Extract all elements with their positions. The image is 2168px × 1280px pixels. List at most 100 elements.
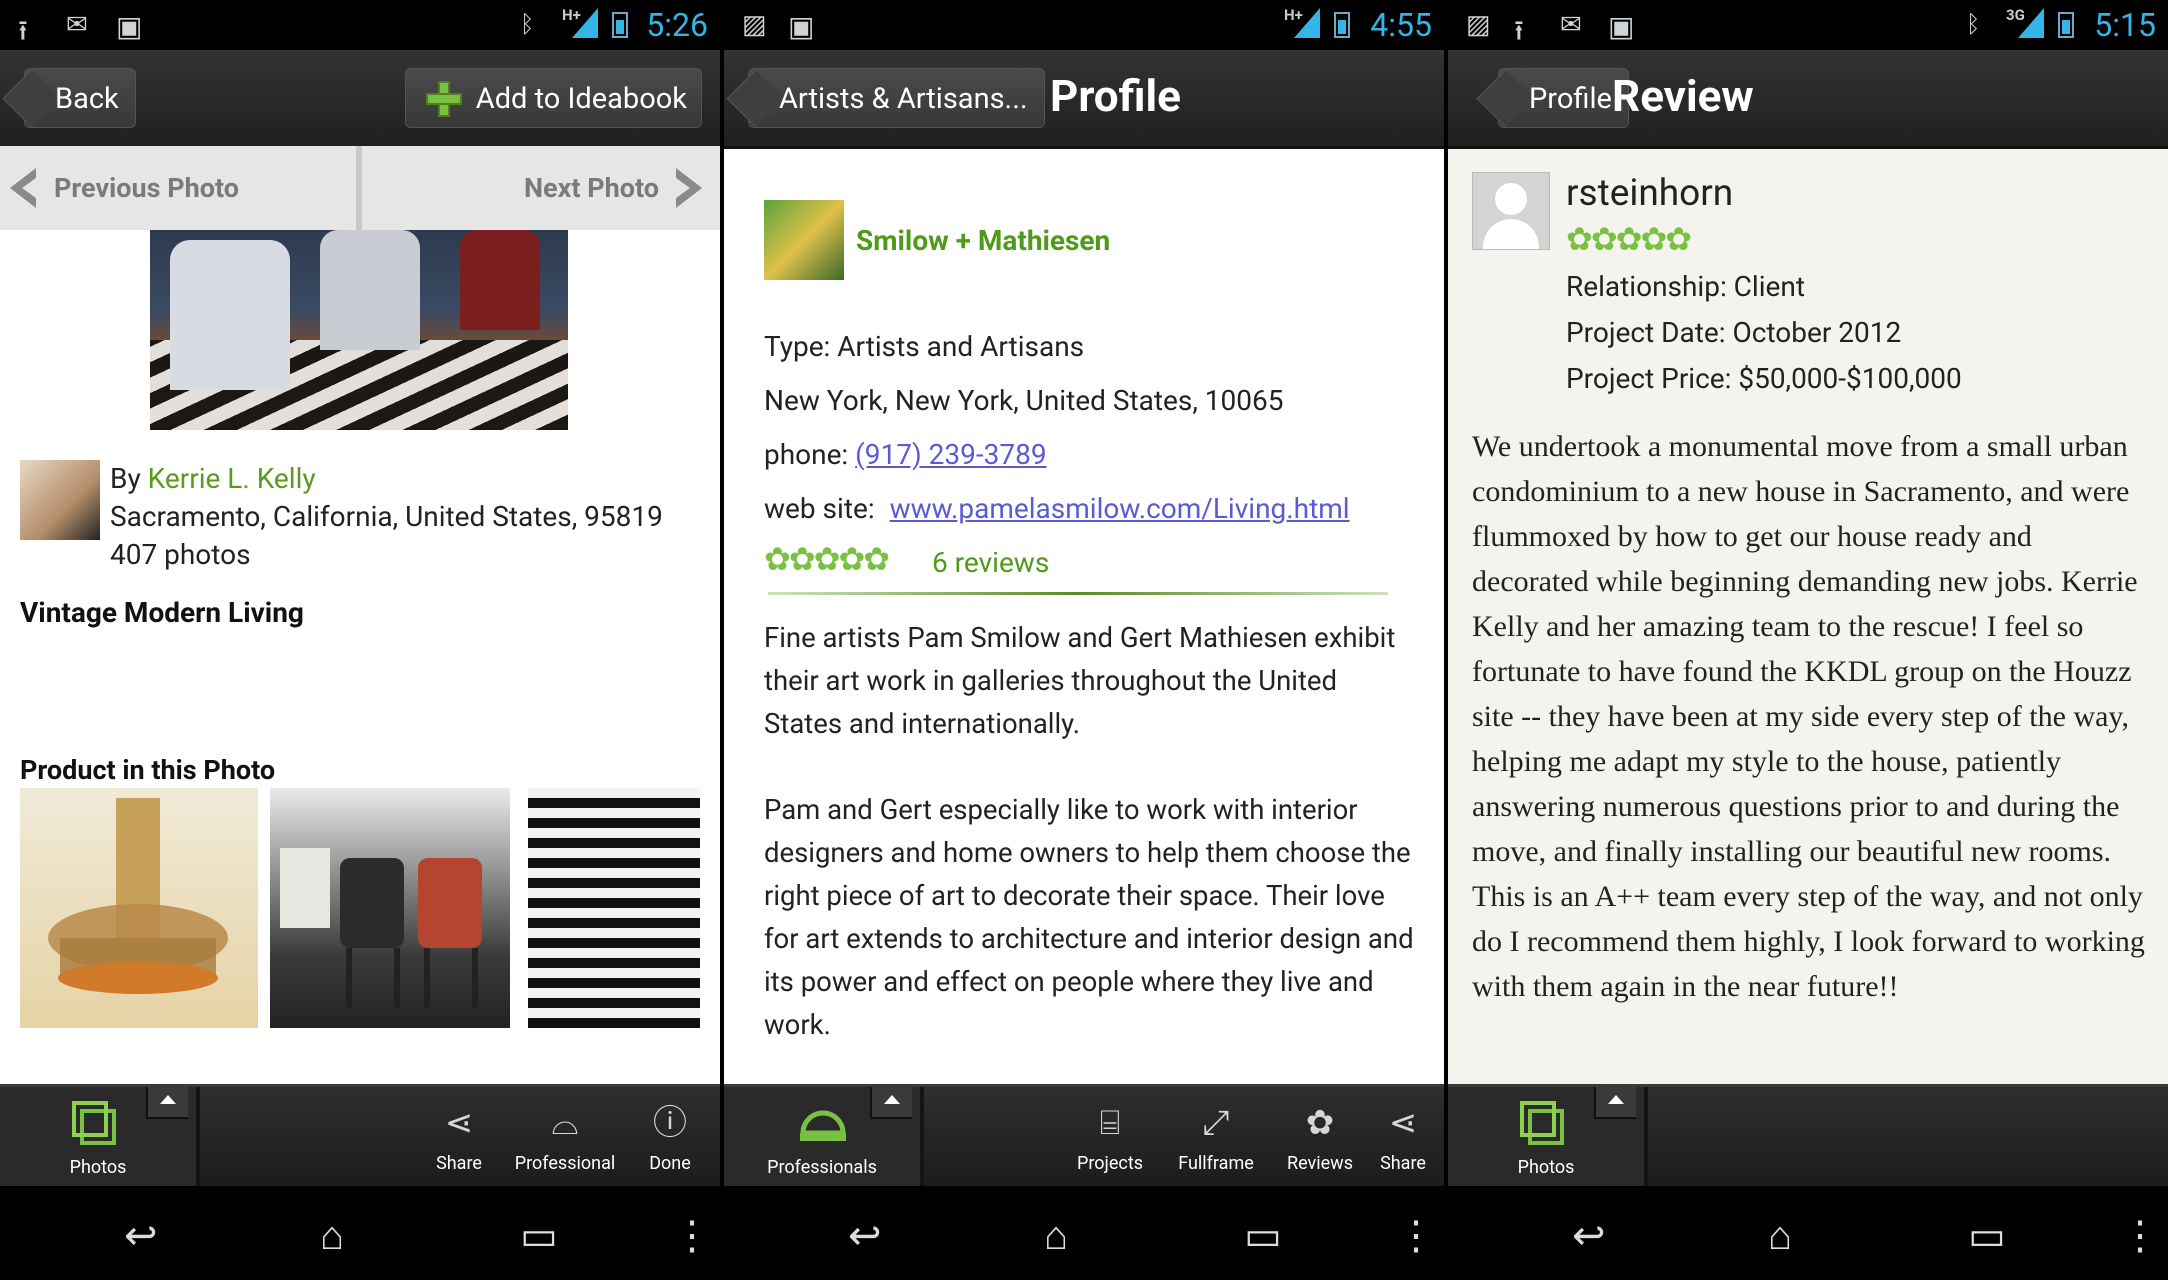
nav-back-icon[interactable]: ↩ [124,1212,158,1259]
share-icon: ⋖ [444,1103,474,1143]
bottom-toolbar: Photos [1448,1084,2168,1187]
page-title: Profile [1050,70,1181,122]
hardhat-icon: ⌓ [551,1103,579,1143]
status-bar: ▨ ▣ H+ 4:55 [724,0,1444,50]
products-heading: Product in this Photo [20,754,276,786]
back-button[interactable]: Profile [1498,68,1629,128]
website-row: web site: www.pamelasmilow.com/Living.ht… [764,492,1350,525]
done-button[interactable]: ⓘ Done [630,1087,710,1187]
reviewer-avatar [1472,172,1550,250]
profile-screen: ▨ ▣ H+ 4:55 Artists & Artisans... Profil… [724,0,1444,1280]
gmail-icon: ✉ [66,10,88,40]
author-byline: By Kerrie L. Kelly [110,462,316,495]
action-bar: Back Add to Ideabook [0,50,720,149]
divider [356,146,362,230]
product-chairs[interactable] [270,788,510,1028]
professional-avatar[interactable] [764,200,844,280]
chevron-left-icon [10,168,36,208]
image-icon: ▨ [742,10,767,40]
briefcase-icon: ▣ [1608,10,1635,43]
back-button[interactable]: Artists & Artisans... [748,68,1045,128]
action-bar: Profile Review [1448,50,2168,149]
plus-icon [425,81,462,117]
professional-button[interactable]: ⌓ Professional [506,1087,624,1187]
product-rug[interactable] [528,788,700,1028]
signal-icon [572,8,598,38]
share-button[interactable]: ⋖ Share [1370,1087,1436,1187]
status-bar: ⭱ ✉ ▣ ᛒ H+ 5:26 [0,0,720,50]
author-photo-count: 407 photos [110,538,251,571]
author-location: Sacramento, California, United States, 9… [110,500,663,533]
share-button[interactable]: ⋖ Share [418,1087,500,1187]
phone-link[interactable]: (917) 239-3789 [855,438,1046,471]
action-bar: Artists & Artisans... Profile [724,50,1444,149]
previous-photo-button[interactable]: Previous Photo [54,146,239,230]
briefcase-icon: ▣ [788,10,815,43]
nav-recents-icon[interactable]: ▭ [1244,1212,1282,1259]
nav-home-icon[interactable]: ⌂ [320,1212,344,1259]
reviews-link[interactable]: 6 reviews [932,546,1049,579]
fullframe-icon: ⤢ [1202,1103,1230,1143]
projects-button[interactable]: ⌸ Projects [1062,1087,1158,1187]
bottom-toolbar: Photos ⋖ Share ⌓ Professional ⓘ Done [0,1084,720,1187]
chevron-right-icon [676,168,702,208]
website-link[interactable]: www.pamelasmilow.com/Living.html [890,492,1350,525]
photo-screen: ⭱ ✉ ▣ ᛒ H+ 5:26 Back Add to Ideabook Pre… [0,0,720,1280]
nav-back-icon[interactable]: ↩ [848,1212,882,1259]
reviews-button[interactable]: ✿ Reviews [1272,1087,1368,1187]
nav-back-icon[interactable]: ↩ [1572,1212,1606,1259]
profile-description-1: Fine artists Pam Smilow and Gert Mathies… [764,621,1396,740]
add-to-ideabook-button[interactable]: Add to Ideabook [404,68,702,128]
info-icon: ⓘ [653,1103,687,1143]
nav-menu-icon[interactable]: ⋮ [1396,1212,1436,1259]
tab-photos[interactable]: Photos [0,1087,200,1187]
page-title: Review [1612,70,1754,122]
signal-icon [1294,8,1320,38]
professional-name[interactable]: Smilow + Mathiesen [856,224,1110,257]
professional-type: Type: Artists and Artisans [764,330,1085,363]
reviewer-name: rsteinhorn [1566,172,1734,215]
product-chandelier[interactable] [20,788,258,1028]
projects-icon: ⌸ [1099,1103,1121,1143]
battery-icon [2058,12,2074,38]
author-avatar[interactable] [20,460,100,540]
nav-menu-icon[interactable]: ⋮ [672,1212,712,1259]
clock: 5:26 [646,6,708,44]
project-date: Project Date: October 2012 [1566,316,1902,349]
review-screen: ▨ ⭱ ✉ ▣ ᛒ 3G 5:15 Profile Review rsteinh… [1448,0,2168,1280]
photos-icon-back [72,1101,108,1137]
expand-arrow-icon[interactable] [870,1087,912,1119]
back-button[interactable]: Back [24,68,136,128]
professional-address: New York, New York, United States, 10065 [764,384,1284,417]
briefcase-icon: ▣ [116,10,143,43]
main-photo[interactable] [150,230,568,430]
system-nav-bar: ↩ ⌂ ▭ ⋮ [724,1186,1444,1280]
review-body: We undertook a monumental move from a sm… [1472,430,2145,1003]
nav-home-icon[interactable]: ⌂ [1044,1212,1068,1259]
author-link[interactable]: Kerrie L. Kelly [148,462,316,495]
photo-title: Vintage Modern Living [20,596,304,629]
tab-professionals[interactable]: Professionals [724,1087,924,1187]
photos-icon-back [1520,1101,1556,1137]
share-icon: ⋖ [1388,1103,1418,1143]
signal-icon [2018,8,2044,38]
nav-recents-icon[interactable]: ▭ [520,1212,558,1259]
tab-photos[interactable]: Photos [1448,1087,1648,1187]
profile-description-2: Pam and Gert especially like to work wit… [764,793,1414,1041]
gmail-icon: ✉ [1560,10,1582,40]
clock: 4:55 [1370,6,1432,44]
chair-shape [170,240,290,390]
rating-stars: ✿✿✿✿✿ [764,540,890,578]
nav-recents-icon[interactable]: ▭ [1968,1212,2006,1259]
expand-arrow-icon[interactable] [1594,1087,1636,1119]
fullframe-button[interactable]: ⤢ Fullframe [1164,1087,1268,1187]
battery-icon [1334,12,1350,38]
rating-stars: ✿✿✿✿✿ [1566,220,1692,258]
next-photo-button[interactable]: Next Photo [524,146,659,230]
expand-arrow-icon[interactable] [146,1087,188,1119]
nav-menu-icon[interactable]: ⋮ [2120,1212,2160,1259]
bluetooth-icon: ᛒ [1966,10,1981,38]
system-nav-bar: ↩ ⌂ ▭ ⋮ [1448,1186,2168,1280]
chairs-image [280,848,482,1008]
nav-home-icon[interactable]: ⌂ [1768,1212,1792,1259]
